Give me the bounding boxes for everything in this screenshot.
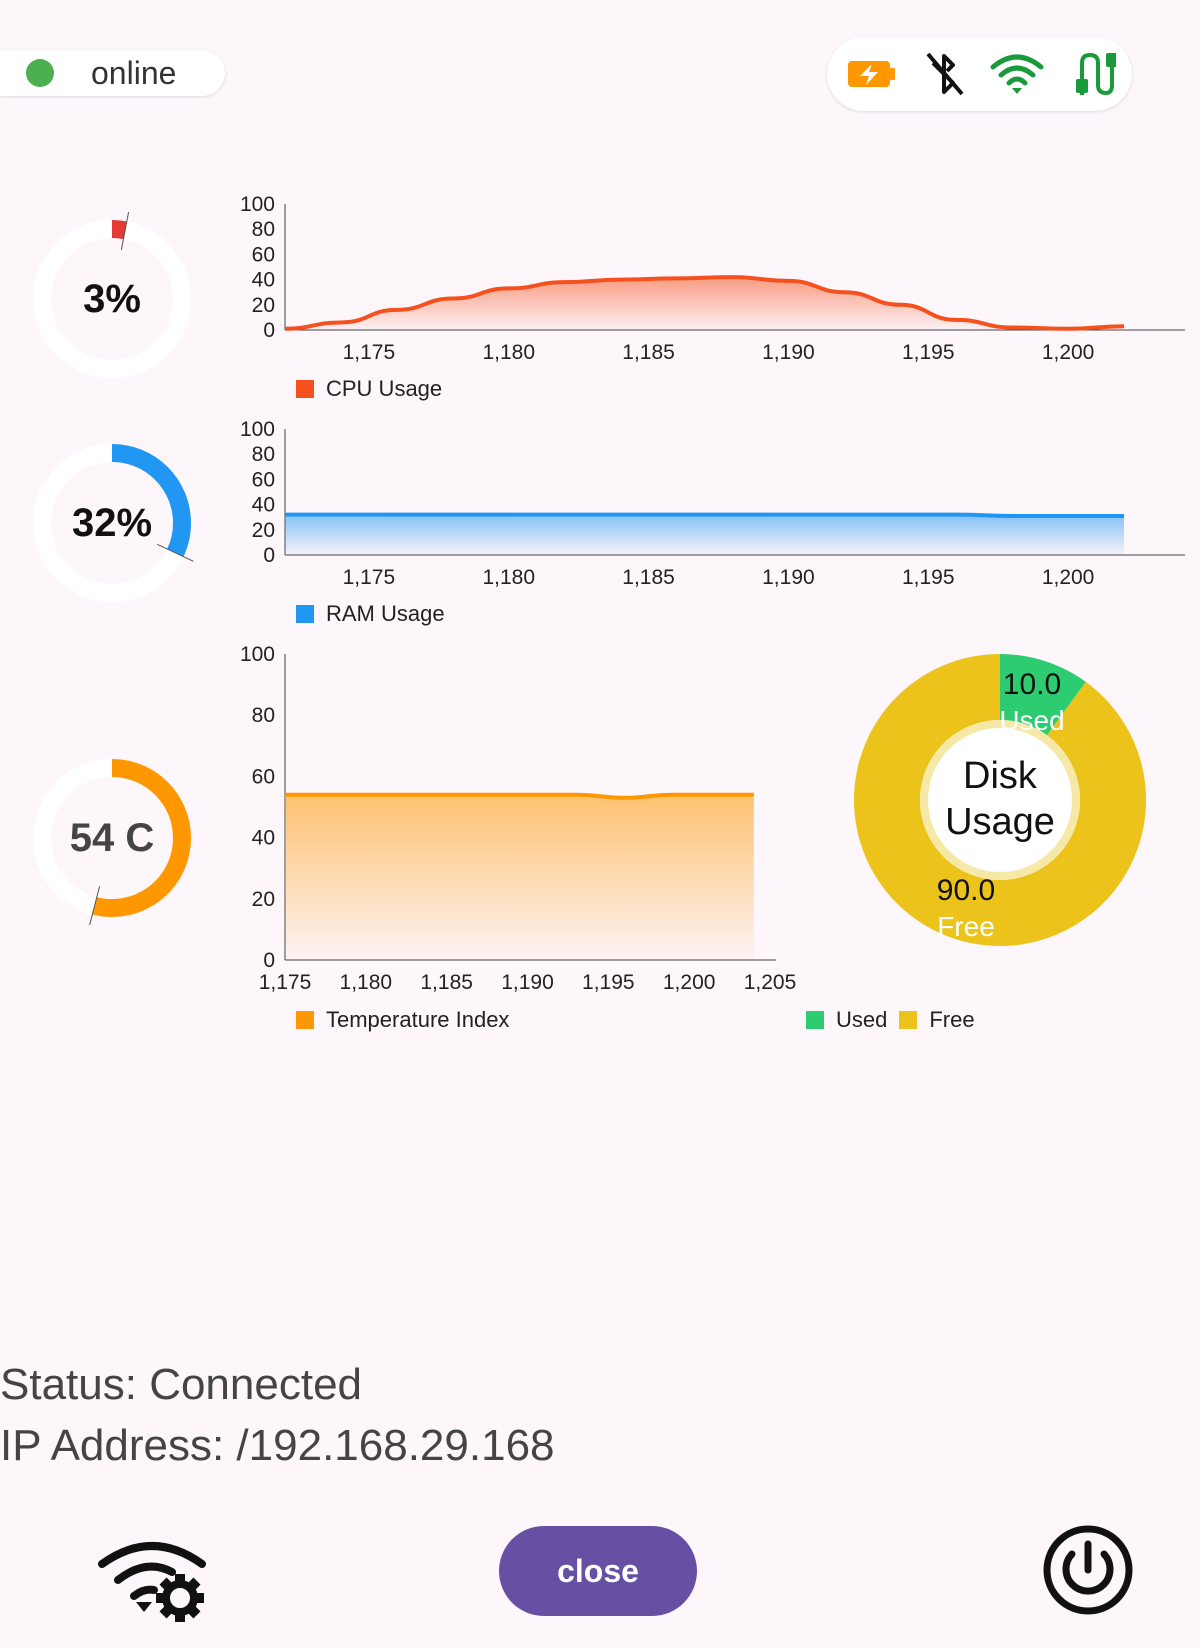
donut-center — [928, 728, 1072, 872]
donut-title-line: Disk — [963, 755, 1038, 797]
cpu-usage-chart: 02040 6080100 1,175 1,180 1,185 1,190 1,195 1,2… — [240, 193, 1185, 364]
wifi-settings-icon[interactable] — [96, 1532, 208, 1622]
y-tick-label: 40 — [252, 827, 275, 850]
slice-category-label: Free — [937, 911, 995, 942]
slice-value-label: 10.0 — [1003, 668, 1061, 701]
y-tick-label: 100 — [240, 643, 275, 666]
y-tick-label: 60 — [252, 243, 275, 266]
legend-item-free: Free — [899, 1007, 975, 1033]
connection-status-line: Status: Connected — [0, 1360, 363, 1409]
x-tick-label: 1,190 — [762, 566, 815, 589]
x-tick-label: 1,190 — [762, 341, 815, 364]
ram-legend-label: RAM Usage — [326, 601, 445, 626]
x-tick-label: 1,185 — [420, 971, 473, 994]
temperature-chart-legend: Temperature Index — [296, 1007, 509, 1033]
ram-chart-legend: RAM Usage — [296, 601, 445, 627]
y-tick-label: 80 — [252, 443, 275, 466]
slice-category-label: Used — [999, 705, 1064, 736]
used-legend-swatch — [806, 1011, 824, 1029]
y-tick-label: 0 — [263, 949, 275, 972]
y-tick-label: 40 — [252, 269, 275, 292]
x-tick-label: 1,200 — [1042, 566, 1095, 589]
y-tick-label: 60 — [252, 468, 275, 491]
x-tick-label: 1,195 — [902, 341, 955, 364]
x-tick-label: 1,180 — [482, 341, 535, 364]
wifi-icon — [990, 54, 1044, 94]
disk-chart-legend: Used Free — [806, 1007, 987, 1033]
ram-usage-gauge: 32% — [25, 436, 199, 610]
x-tick-label: 1,205 — [744, 971, 797, 994]
series-area-fill — [285, 794, 754, 960]
cpu-legend-label: CPU Usage — [326, 376, 443, 401]
series-area-fill — [285, 514, 1125, 555]
y-tick-label: 0 — [263, 544, 275, 567]
x-tick-label: 1,185 — [622, 341, 675, 364]
series-line — [284, 512, 1125, 518]
y-tick-label: 0 — [263, 319, 275, 342]
y-tick-label: 60 — [252, 765, 275, 788]
y-tick-label: 40 — [252, 494, 275, 517]
battery-charging-icon — [848, 61, 895, 87]
cpu-legend-swatch — [296, 380, 314, 398]
free-legend-swatch — [899, 1011, 918, 1029]
disk-usage-donut: DiskUsage 10.0 Used 90.0 Free — [854, 654, 1146, 946]
connection-status-pill: online — [0, 50, 225, 96]
y-tick-label: 80 — [252, 704, 275, 727]
free-legend-label: Free — [929, 1007, 975, 1032]
x-tick-label: 1,175 — [343, 341, 396, 364]
cpu-usage-value: 3% — [83, 276, 141, 321]
x-tick-label: 1,195 — [902, 566, 955, 589]
ram-legend-swatch — [296, 605, 314, 623]
slice-value-label: 90.0 — [937, 874, 995, 907]
donut-title-line: Usage — [945, 801, 1055, 843]
y-tick-label: 100 — [240, 193, 275, 216]
x-tick-label: 1,175 — [259, 971, 312, 994]
series-area-fill — [285, 277, 1125, 330]
temperature-legend-swatch — [296, 1011, 314, 1029]
connection-status-text: online — [91, 55, 177, 91]
online-indicator-dot — [26, 59, 54, 87]
y-tick-label: 20 — [252, 519, 275, 542]
x-tick-label: 1,190 — [501, 971, 554, 994]
ip-address-line: IP Address: /192.168.29.168 — [0, 1421, 555, 1470]
y-tick-label: 80 — [252, 218, 275, 241]
x-tick-label: 1,200 — [1042, 341, 1095, 364]
ram-usage-chart: 02040 6080100 1,175 1,180 1,185 1,190 1,195 1,2… — [240, 418, 1185, 589]
y-tick-label: 100 — [240, 418, 275, 441]
x-tick-label: 1,175 — [343, 566, 396, 589]
cpu-chart-legend: CPU Usage — [296, 376, 442, 402]
cable-icon — [1076, 52, 1116, 96]
power-icon[interactable] — [1042, 1524, 1134, 1616]
ram-usage-value: 32% — [71, 500, 153, 545]
cpu-usage-gauge: 3% — [25, 212, 199, 386]
bluetooth-disabled-icon — [926, 52, 964, 96]
x-tick-label: 1,195 — [582, 971, 635, 994]
temperature-chart: 0 20 40 60 80 100 1,175 1,180 1,185 1,190 1,195 1,2… — [240, 643, 797, 994]
close-button[interactable]: close — [499, 1526, 697, 1616]
x-tick-label: 1,185 — [622, 566, 675, 589]
temperature-legend-label: Temperature Index — [326, 1007, 510, 1032]
used-legend-label: Used — [836, 1007, 888, 1032]
system-status-icons — [827, 37, 1132, 111]
x-tick-label: 1,200 — [663, 971, 716, 994]
x-tick-label: 1,180 — [482, 566, 535, 589]
legend-item-used: Used — [806, 1007, 887, 1033]
x-tick-label: 1,180 — [340, 971, 393, 994]
y-tick-label: 20 — [252, 294, 275, 317]
temperature-value: 54 C — [69, 815, 155, 860]
y-tick-label: 20 — [252, 888, 275, 911]
temperature-gauge: 54 C — [25, 751, 199, 925]
